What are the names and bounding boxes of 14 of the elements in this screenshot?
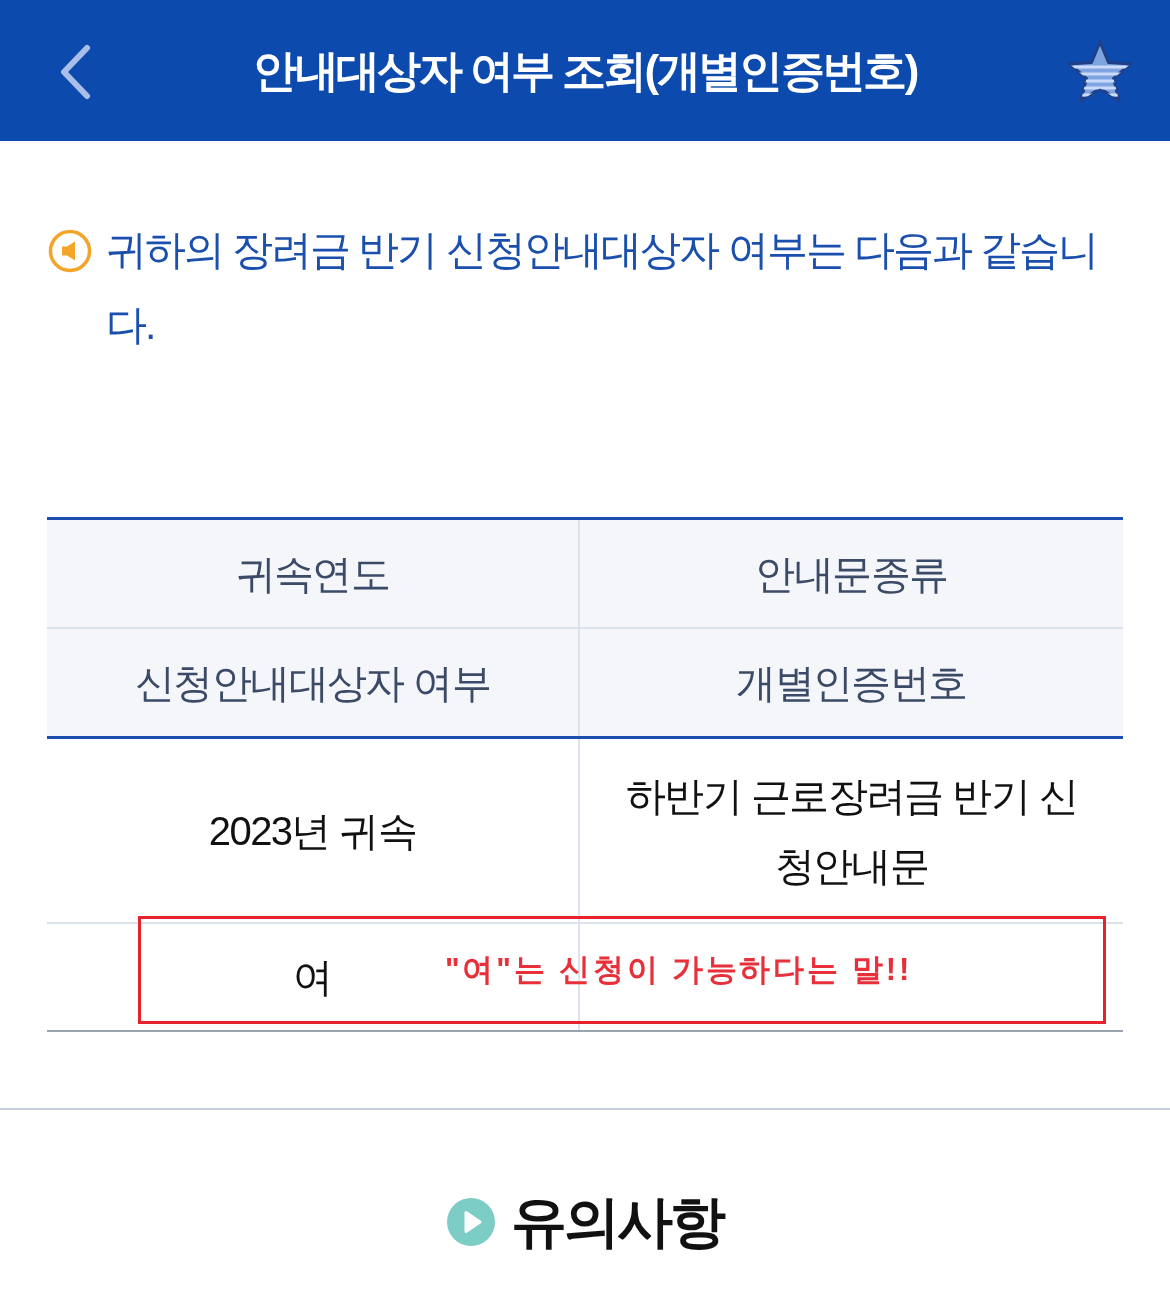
play-icon bbox=[446, 1198, 495, 1246]
column-header: 개별인증번호 bbox=[735, 659, 968, 707]
table-cell-text: 하반기 근로장려금 반기 신청안내문 bbox=[625, 772, 1078, 890]
column-header: 귀속연도 bbox=[47, 520, 580, 627]
table-cell: 2023년 귀속 bbox=[47, 739, 580, 922]
star-icon bbox=[1066, 39, 1134, 105]
column-header: 신청안내대상자 여부 bbox=[47, 629, 580, 736]
chevron-left-icon bbox=[58, 44, 92, 100]
section-title: 유의사항 bbox=[510, 1190, 724, 1254]
annotation-text: "여"는 신청이 가능하다는 말!! bbox=[445, 951, 913, 989]
page-title: 안내대상자 여부 조회(개별인증번호) bbox=[253, 48, 917, 93]
speaker-icon bbox=[48, 229, 92, 273]
notice-text: 귀하의 장려금 반기 신청안내대상자 여부는 다음과 같습니다. bbox=[106, 226, 1098, 350]
column-header: 안내문종류 bbox=[754, 550, 949, 598]
